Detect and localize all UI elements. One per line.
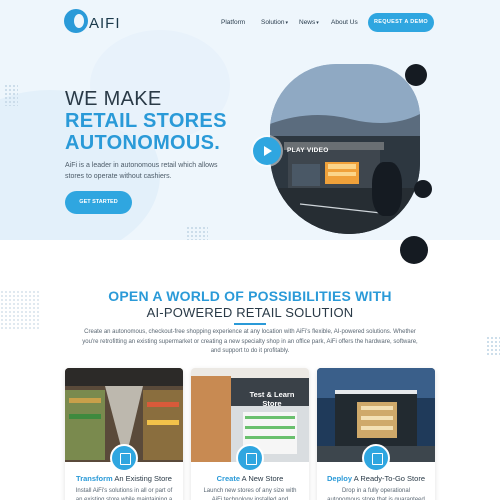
hero-title-line3: AUTONOMOUS. xyxy=(65,132,221,154)
new-store-icon xyxy=(236,444,264,472)
logo-text: AIFI xyxy=(89,15,121,32)
hero-video-visual[interactable] xyxy=(270,64,430,254)
section-title-line2: AI-POWERED RETAIL SOLUTION xyxy=(146,305,354,320)
title-underline xyxy=(234,323,266,325)
card-title-bold: Deploy xyxy=(327,474,353,483)
card-title-bold: Transform xyxy=(76,474,113,483)
card-body: Install AiFi's solutions in all or part … xyxy=(75,488,173,500)
nav-item-platform[interactable]: Platform xyxy=(221,19,245,26)
hero-title-line2: RETAIL STORES xyxy=(65,110,227,132)
play-video-label[interactable]: PLAY VIDEO xyxy=(287,147,329,154)
nav-label: News xyxy=(299,19,316,26)
nav-label: About Us xyxy=(331,19,358,26)
card-body: Launch new stores of any size with AiFi … xyxy=(203,488,297,500)
decorative-bubble xyxy=(400,236,428,264)
card-title: Create A New Store xyxy=(191,474,309,483)
site-header: AIFI Platform Solution▾ News▾ About Us R… xyxy=(0,0,500,44)
card-deploy-store[interactable]: Deploy A Ready-To-Go Store Drop in a ful… xyxy=(317,368,435,500)
nav-item-news[interactable]: News▾ xyxy=(299,19,319,26)
card-create-store[interactable]: Test & Learn Store Create A New Store La… xyxy=(191,368,309,500)
nav-item-solution[interactable]: Solution▾ xyxy=(261,19,288,26)
card-title-rest: An Existing Store xyxy=(112,474,172,483)
section-title-line1: OPEN A WORLD OF POSSIBILITIES WITH xyxy=(108,288,392,304)
request-demo-button[interactable]: REQUEST A DEMO xyxy=(368,13,434,32)
aifi-logo[interactable]: AIFI xyxy=(64,9,120,35)
dot-pattern xyxy=(186,226,208,240)
chevron-down-icon: ▾ xyxy=(316,20,319,26)
decorative-bubble xyxy=(405,64,427,86)
chevron-down-icon: ▾ xyxy=(285,20,289,26)
card-title: Deploy A Ready-To-Go Store xyxy=(317,474,435,483)
section-body: Create an autonomous, checkout-free shop… xyxy=(82,329,418,354)
card-title-rest: A New Store xyxy=(240,474,284,483)
play-video-button[interactable] xyxy=(253,137,281,165)
nav-label: Platform xyxy=(221,19,246,26)
decorative-bubble xyxy=(372,162,402,216)
hero-title-line1: WE MAKE xyxy=(65,88,162,110)
card-title-rest: A Ready-To-Go Store xyxy=(352,474,425,483)
hero-subtitle: AiFi is a leader in autonomous retail wh… xyxy=(65,162,218,180)
card-title-bold: Create xyxy=(216,474,240,483)
ready-store-icon xyxy=(362,444,390,472)
dot-pattern xyxy=(486,336,500,356)
card-transform-store[interactable]: Transform An Existing Store Install AiFi… xyxy=(65,368,183,500)
store-sign: Test & Learn Store xyxy=(249,390,295,408)
logo-mark-icon xyxy=(64,9,88,33)
store-screen-icon xyxy=(110,444,138,472)
dot-pattern xyxy=(4,84,18,106)
decorative-bubble xyxy=(414,180,432,198)
nav-item-about-us[interactable]: About Us xyxy=(331,19,358,26)
card-body: Drop in a fully operational autonomous s… xyxy=(327,488,425,500)
get-started-button[interactable]: GET STARTED xyxy=(65,191,132,214)
card-title: Transform An Existing Store xyxy=(65,474,183,483)
nav-label: Solution xyxy=(261,19,285,26)
